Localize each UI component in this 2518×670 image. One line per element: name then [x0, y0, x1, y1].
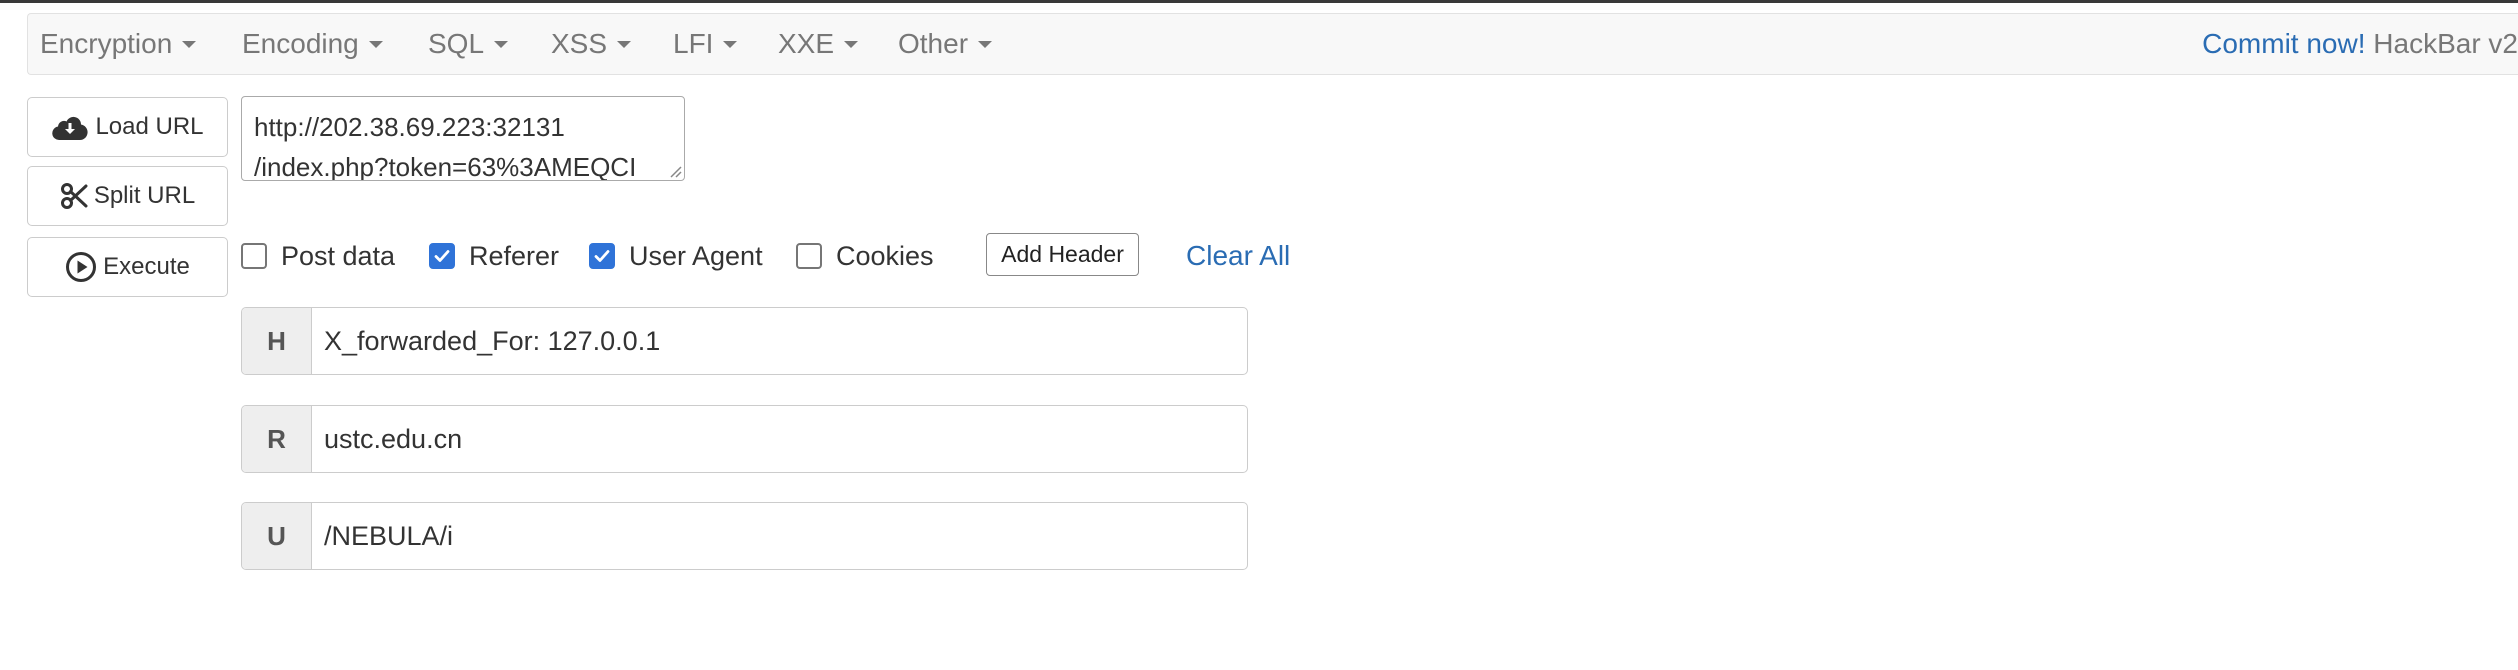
cookies-option[interactable]: Cookies [796, 240, 934, 272]
url-line-2: /index.php?token=63%3AMEQCI [254, 152, 637, 181]
scissors-icon [60, 183, 88, 209]
menu-xss[interactable]: XSS [551, 14, 632, 74]
brand: Commit now! HackBar v2 [2202, 14, 2518, 74]
header-row-r: R ustc.edu.cn [241, 405, 1248, 473]
caret-down-icon [844, 40, 859, 48]
execute-button[interactable]: Execute [27, 237, 228, 297]
post-data-label: Post data [281, 240, 396, 271]
referer-option[interactable]: Referer [429, 240, 559, 272]
load-url-label: Load URL [95, 113, 204, 140]
play-circle-icon [66, 252, 97, 282]
user-agent-option[interactable]: User Agent [589, 240, 763, 272]
clear-all-link[interactable]: Clear All [1186, 238, 1290, 274]
url-line-1: http://202.38.69.223:32131 [254, 112, 565, 142]
menu-encryption-label: Encryption [40, 28, 173, 59]
caret-down-icon [182, 40, 197, 48]
checkmark-icon [594, 250, 610, 262]
menu-xxe[interactable]: XXE [778, 14, 859, 74]
referer-value-input[interactable]: ustc.edu.cn [312, 406, 1247, 472]
hackbar-menu-bar: Encryption Encoding SQL XSS LFI XXE Othe… [27, 13, 2518, 75]
split-url-label: Split URL [93, 182, 196, 209]
cloud-download-icon [52, 116, 89, 141]
menu-xxe-label: XXE [778, 28, 835, 59]
caret-down-icon [723, 40, 738, 48]
cookies-label: Cookies [836, 240, 934, 271]
top-border-line [0, 0, 2518, 3]
checkmark-icon [434, 250, 450, 262]
menu-sql-label: SQL [428, 28, 485, 59]
user-agent-value-input[interactable]: /NEBULA/i [312, 503, 1247, 569]
caret-down-icon [494, 40, 509, 48]
menu-other-label: Other [898, 28, 969, 59]
execute-label: Execute [103, 253, 190, 280]
cookies-checkbox[interactable] [796, 243, 822, 269]
resize-grip-icon[interactable] [668, 164, 682, 178]
header-prefix-h: H [242, 308, 312, 374]
split-url-button[interactable]: Split URL [27, 166, 228, 226]
post-data-checkbox[interactable] [241, 243, 267, 269]
user-agent-checkbox[interactable] [589, 243, 615, 269]
menu-encryption[interactable]: Encryption [40, 14, 197, 74]
header-value-input[interactable]: X_forwarded_For: 127.0.0.1 [312, 308, 1247, 374]
url-textarea[interactable]: http://202.38.69.223:32131 /index.php?to… [241, 96, 685, 181]
user-agent-label: User Agent [629, 240, 763, 271]
user-agent-prefix: U [242, 503, 312, 569]
add-header-button[interactable]: Add Header [986, 233, 1139, 276]
referer-prefix: R [242, 406, 312, 472]
menu-other[interactable]: Other [898, 14, 993, 74]
header-row-u: U /NEBULA/i [241, 502, 1248, 570]
hackbar-brand-name: HackBar v2 [2373, 28, 2518, 59]
menu-sql[interactable]: SQL [428, 14, 509, 74]
menu-lfi-label: LFI [673, 28, 714, 59]
menu-xss-label: XSS [551, 28, 608, 59]
referer-label: Referer [469, 240, 560, 271]
menu-encoding-label: Encoding [242, 28, 359, 59]
header-row-h: H X_forwarded_For: 127.0.0.1 [241, 307, 1248, 375]
caret-down-icon [368, 40, 383, 48]
load-url-button[interactable]: Load URL [27, 97, 228, 157]
referer-checkbox[interactable] [429, 243, 455, 269]
commit-now-link[interactable]: Commit now! [2202, 28, 2365, 59]
caret-down-icon [617, 40, 632, 48]
caret-down-icon [978, 40, 993, 48]
menu-lfi[interactable]: LFI [673, 14, 738, 74]
menu-encoding[interactable]: Encoding [242, 14, 383, 74]
post-data-option[interactable]: Post data [241, 240, 395, 272]
